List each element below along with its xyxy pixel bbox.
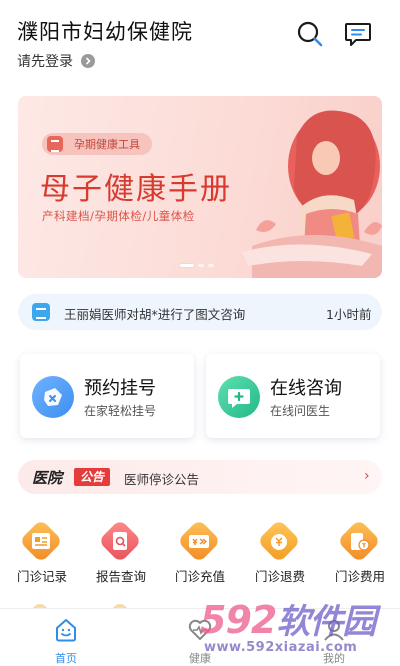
chat-plus-icon <box>218 376 260 418</box>
service-label: 门诊费用 <box>334 569 385 584</box>
pagination-dot <box>198 264 204 267</box>
fee-glyph <box>351 533 370 551</box>
banner-tag-text: 孕期健康工具 <box>74 138 140 151</box>
online-consult-subtitle: 在线问医生 <box>270 404 331 418</box>
watermark-logo-num: 592 <box>200 598 277 642</box>
record-glyph <box>32 533 50 549</box>
message-icon[interactable] <box>343 19 373 49</box>
announcement-prefix: 医院 <box>32 469 63 487</box>
login-text: 请先登录 <box>17 54 73 70</box>
pagination-dot <box>208 264 214 267</box>
watermark-url: www.592xiazai.com <box>204 640 358 655</box>
online-consult-title: 在线咨询 <box>270 378 342 399</box>
login-link[interactable]: 请先登录 <box>17 51 95 71</box>
banner-pagination <box>180 264 214 267</box>
header: 濮阳市妇幼保健院 请先登录 <box>0 0 400 80</box>
chevron-right-icon <box>81 54 95 68</box>
recharge-glyph <box>189 535 209 548</box>
appointment-subtitle: 在家轻松挂号 <box>84 404 157 418</box>
notice-time: 1小时前 <box>326 307 372 322</box>
banner-tag: 孕期健康工具 <box>42 133 152 155</box>
service-fees[interactable]: 门诊费用 <box>330 518 390 588</box>
app-screen: 濮阳市妇幼保健院 请先登录 孕期健康工具 母子健康手册 产科建档/孕期体检/儿童… <box>0 0 400 666</box>
watermark-logo-text: 软件园 <box>276 602 376 642</box>
service-label: 门诊充值 <box>174 569 225 584</box>
appointment-card[interactable]: 预约挂号 在家轻松挂号 <box>20 354 194 438</box>
tab-home-label: 首页 <box>55 652 77 665</box>
service-label: 门诊退费 <box>254 569 305 584</box>
report-glyph <box>113 532 127 550</box>
promo-banner[interactable]: 孕期健康工具 母子健康手册 产科建档/孕期体检/儿童体检 <box>18 96 382 278</box>
banner-subtitle: 产科建档/孕期体检/儿童体检 <box>42 209 195 223</box>
refund-glyph <box>271 534 287 550</box>
service-label: 门诊记录 <box>16 569 67 584</box>
announcement-bar[interactable]: 医院 公告 医师停诊公告 › <box>18 460 382 494</box>
search-icon[interactable] <box>296 20 324 48</box>
ticket-icon <box>32 376 74 418</box>
tab-home[interactable]: 首页 <box>26 617 106 666</box>
hospital-name: 濮阳市妇幼保健院 <box>17 20 193 44</box>
notebook-icon <box>47 136 63 152</box>
notice-text: 王丽娟医师对胡*进行了图文咨询 <box>64 307 246 322</box>
site-watermark: 592软件园 www.592xiazai.com <box>196 592 400 666</box>
service-outpatient-record[interactable]: 门诊记录 <box>12 518 72 588</box>
service-report-query[interactable]: 报告查询 <box>91 518 151 588</box>
chat-icon <box>32 303 50 321</box>
consult-notice[interactable]: 王丽娟医师对胡*进行了图文咨询 1小时前 <box>18 294 382 330</box>
home-smile-icon <box>56 619 76 642</box>
watermark-logo: 592软件园 <box>200 594 376 643</box>
services-grid: 门诊记录 报告查询 门诊充值 门诊退费 门诊费用 <box>0 518 400 588</box>
announcement-badge: 公告 <box>74 468 111 486</box>
mother-illustration-icon <box>242 110 382 278</box>
service-label: 报告查询 <box>95 569 146 584</box>
service-refund[interactable]: 门诊退费 <box>250 518 310 588</box>
appointment-title: 预约挂号 <box>84 378 156 399</box>
online-consult-card[interactable]: 在线咨询 在线问医生 <box>206 354 380 438</box>
pagination-dot-active <box>180 264 194 267</box>
chevron-right-icon: › <box>364 468 370 484</box>
banner-title: 母子健康手册 <box>40 172 232 207</box>
announcement-text: 医师停诊公告 <box>124 472 200 487</box>
service-recharge[interactable]: 门诊充值 <box>170 518 230 588</box>
